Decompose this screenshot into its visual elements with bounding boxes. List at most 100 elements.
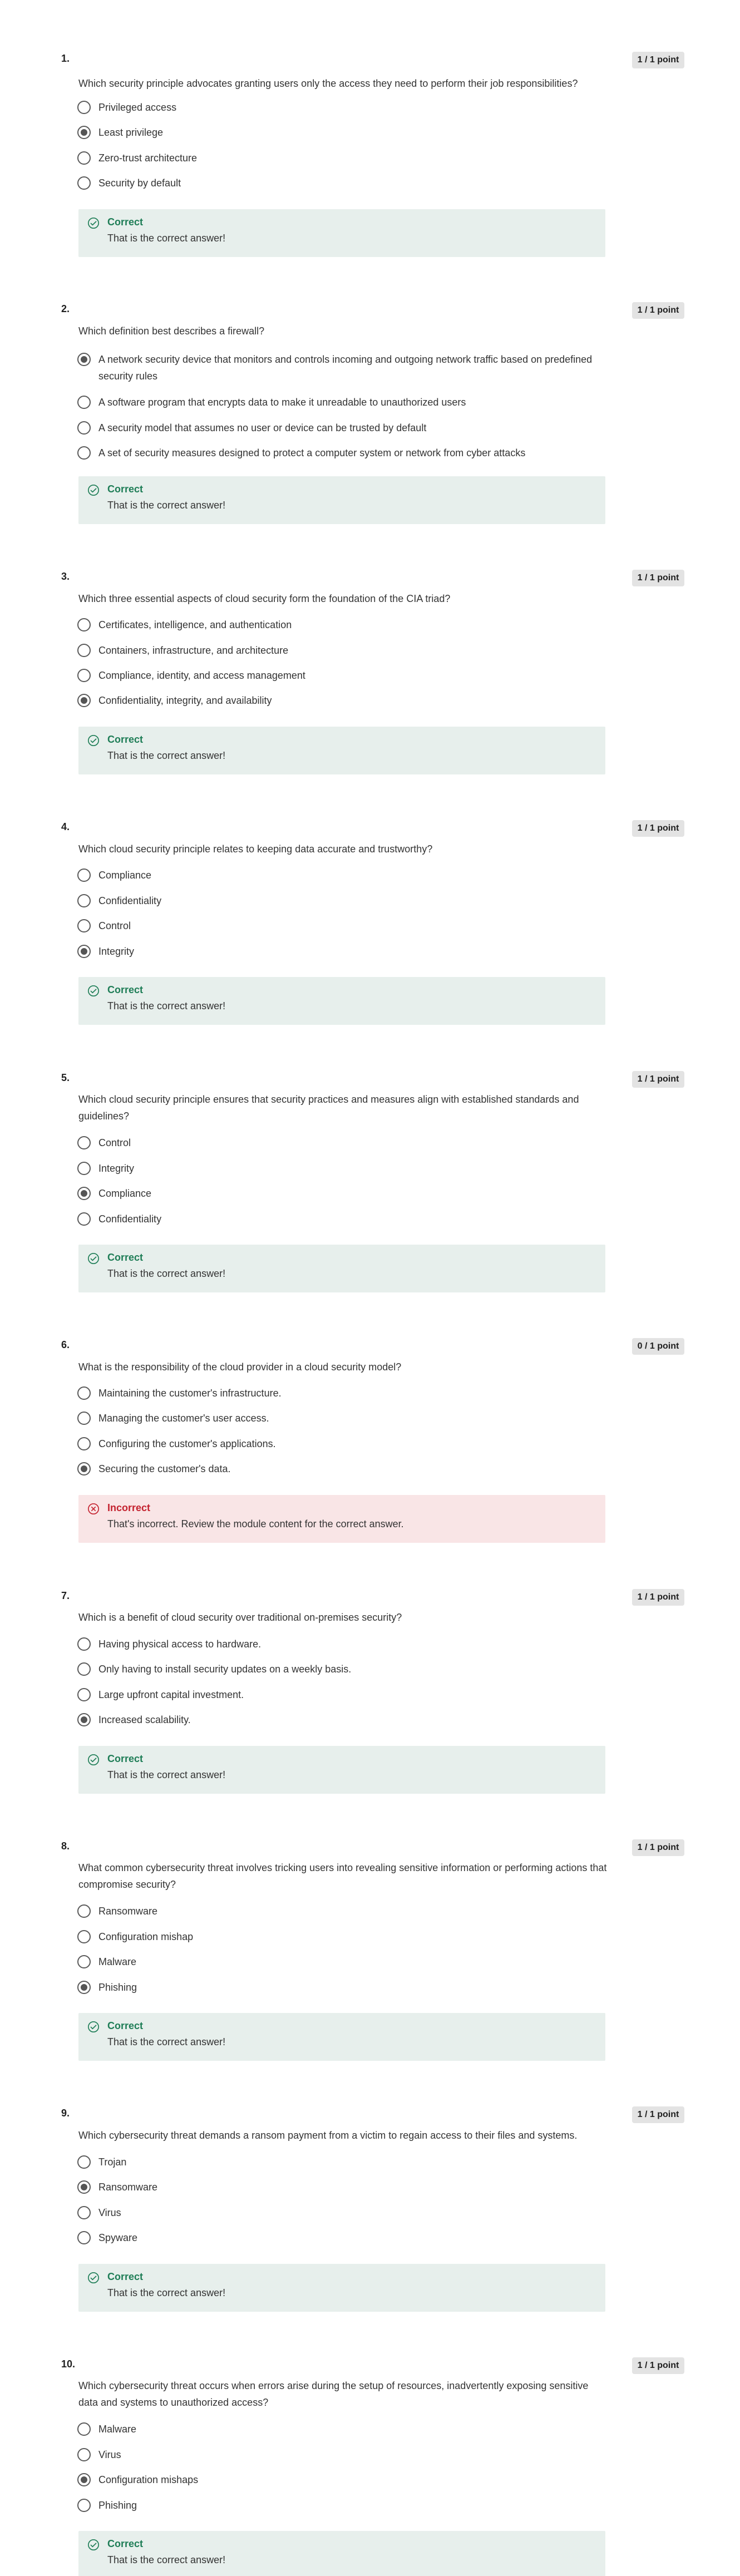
answer-option[interactable]: A security model that assumes no user or… xyxy=(77,420,611,436)
answer-option[interactable]: Ransomware xyxy=(77,2179,611,2195)
answer-option[interactable]: Privileged access xyxy=(77,99,611,116)
answer-option[interactable]: Certificates, intelligence, and authenti… xyxy=(77,616,611,633)
radio-selected-icon[interactable] xyxy=(77,126,91,139)
radio-selected-icon[interactable] xyxy=(77,2473,91,2486)
radio-unselected-icon[interactable] xyxy=(77,1212,91,1226)
radio-unselected-icon[interactable] xyxy=(77,1437,91,1450)
answer-option[interactable]: Confidentiality xyxy=(77,1211,611,1227)
answer-option[interactable]: Compliance xyxy=(77,1185,611,1202)
answer-option[interactable]: Maintaining the customer's infrastructur… xyxy=(77,1385,611,1401)
radio-unselected-icon[interactable] xyxy=(77,421,91,435)
radio-unselected-icon[interactable] xyxy=(77,1662,91,1676)
feedback-title: Correct xyxy=(107,1753,144,1764)
radio-unselected-icon[interactable] xyxy=(77,2206,91,2219)
feedback-message: That is the correct answer! xyxy=(107,500,226,511)
answer-option[interactable]: Large upfront capital investment. xyxy=(77,1686,611,1703)
radio-unselected-icon[interactable] xyxy=(77,644,91,657)
answer-option[interactable]: Spyware xyxy=(77,2229,611,2246)
answer-option[interactable]: Control xyxy=(77,917,611,934)
answer-option-label: Virus xyxy=(98,2449,121,2460)
question-number: 6. xyxy=(61,1339,70,1350)
answer-option[interactable]: Configuration mishap xyxy=(77,1928,611,1945)
question-text: What common cybersecurity threat involve… xyxy=(78,1862,607,1890)
answer-option[interactable]: Managing the customer's user access. xyxy=(77,1410,611,1427)
answer-option[interactable]: Zero-trust architecture xyxy=(77,150,611,166)
radio-unselected-icon[interactable] xyxy=(77,2231,91,2244)
radio-unselected-icon[interactable] xyxy=(77,1162,91,1175)
answer-option[interactable]: Configuring the customer's applications. xyxy=(77,1435,611,1452)
answer-option[interactable]: Trojan xyxy=(77,2154,611,2170)
answer-option[interactable]: A set of security measures designed to p… xyxy=(77,445,611,461)
answer-option[interactable]: Security by default xyxy=(77,175,611,191)
radio-unselected-icon[interactable] xyxy=(77,2422,91,2436)
radio-selected-icon[interactable] xyxy=(77,353,91,366)
answer-option-label: Maintaining the customer's infrastructur… xyxy=(98,1388,282,1399)
radio-unselected-icon[interactable] xyxy=(77,446,91,460)
radio-unselected-icon[interactable] xyxy=(77,868,91,882)
answer-option[interactable]: Control xyxy=(77,1134,611,1151)
answer-option-label: Virus xyxy=(98,2207,121,2218)
answer-option[interactable]: Least privilege xyxy=(77,124,611,141)
radio-unselected-icon[interactable] xyxy=(77,2499,91,2512)
answer-option-label: Increased scalability. xyxy=(98,1714,191,1725)
radio-unselected-icon[interactable] xyxy=(77,1930,91,1943)
radio-unselected-icon[interactable] xyxy=(77,396,91,409)
answer-option[interactable]: Confidentiality xyxy=(77,892,611,909)
answer-option-label: Managing the customer's user access. xyxy=(98,1413,269,1424)
radio-unselected-icon[interactable] xyxy=(77,1637,91,1651)
radio-selected-icon[interactable] xyxy=(77,1187,91,1200)
answer-option[interactable]: Phishing xyxy=(77,2497,611,2514)
answer-option[interactable]: Configuration mishaps xyxy=(77,2471,611,2488)
feedback-title: Correct xyxy=(107,483,144,495)
radio-selected-icon[interactable] xyxy=(77,945,91,958)
answer-option[interactable]: Virus xyxy=(77,2204,611,2221)
answer-option-label: Large upfront capital investment. xyxy=(98,1689,244,1700)
radio-unselected-icon[interactable] xyxy=(77,1412,91,1425)
answer-option[interactable]: Malware xyxy=(77,1953,611,1970)
radio-unselected-icon[interactable] xyxy=(77,1386,91,1400)
question-text: Which security principle advocates grant… xyxy=(78,78,578,89)
answer-option[interactable]: Containers, infrastructure, and architec… xyxy=(77,642,611,659)
answer-option-label: A security model that assumes no user or… xyxy=(98,422,427,433)
answer-option[interactable]: Only having to install security updates … xyxy=(77,1661,611,1677)
answer-option[interactable]: Compliance xyxy=(77,867,611,884)
answer-option[interactable]: Securing the customer's data. xyxy=(77,1460,611,1477)
radio-selected-icon[interactable] xyxy=(77,1462,91,1475)
answer-option[interactable]: Compliance, identity, and access managem… xyxy=(77,667,611,684)
answer-option[interactable]: Confidentiality, integrity, and availabi… xyxy=(77,692,611,709)
correct-feedback: Correct That is the correct answer! xyxy=(78,2531,605,2576)
answer-option[interactable]: Ransomware xyxy=(77,1903,611,1919)
answer-option[interactable]: A software program that encrypts data to… xyxy=(77,394,611,411)
radio-selected-icon[interactable] xyxy=(77,1981,91,1994)
radio-unselected-icon[interactable] xyxy=(77,1688,91,1701)
feedback-message: That is the correct answer! xyxy=(107,2036,226,2047)
question-number: 3. xyxy=(61,571,70,582)
radio-selected-icon[interactable] xyxy=(77,2180,91,2194)
answer-option-label: Trojan xyxy=(98,2156,127,2168)
radio-unselected-icon[interactable] xyxy=(77,894,91,907)
answer-option[interactable]: A network security device that monitors … xyxy=(77,351,611,384)
answer-option[interactable]: Having physical access to hardware. xyxy=(77,1636,611,1652)
radio-unselected-icon[interactable] xyxy=(77,1904,91,1918)
radio-unselected-icon[interactable] xyxy=(77,2155,91,2169)
radio-unselected-icon[interactable] xyxy=(77,919,91,932)
radio-unselected-icon[interactable] xyxy=(77,1955,91,1968)
radio-unselected-icon[interactable] xyxy=(77,176,91,190)
answer-option[interactable]: Virus xyxy=(77,2446,611,2463)
answer-option[interactable]: Malware xyxy=(77,2421,611,2437)
radio-unselected-icon[interactable] xyxy=(77,618,91,631)
answer-option[interactable]: Integrity xyxy=(77,943,611,960)
radio-selected-icon[interactable] xyxy=(77,694,91,707)
answer-option[interactable]: Increased scalability. xyxy=(77,1711,611,1728)
radio-unselected-icon[interactable] xyxy=(77,669,91,682)
radio-unselected-icon[interactable] xyxy=(77,2448,91,2461)
answer-option[interactable]: Integrity xyxy=(77,1160,611,1177)
answer-option-label: Compliance, identity, and access managem… xyxy=(98,670,305,681)
answer-option-label: Control xyxy=(98,920,131,931)
check-circle-icon xyxy=(87,1754,100,1766)
radio-selected-icon[interactable] xyxy=(77,1713,91,1726)
radio-unselected-icon[interactable] xyxy=(77,151,91,165)
radio-unselected-icon[interactable] xyxy=(77,101,91,114)
radio-unselected-icon[interactable] xyxy=(77,1136,91,1149)
answer-option[interactable]: Phishing xyxy=(77,1979,611,1996)
